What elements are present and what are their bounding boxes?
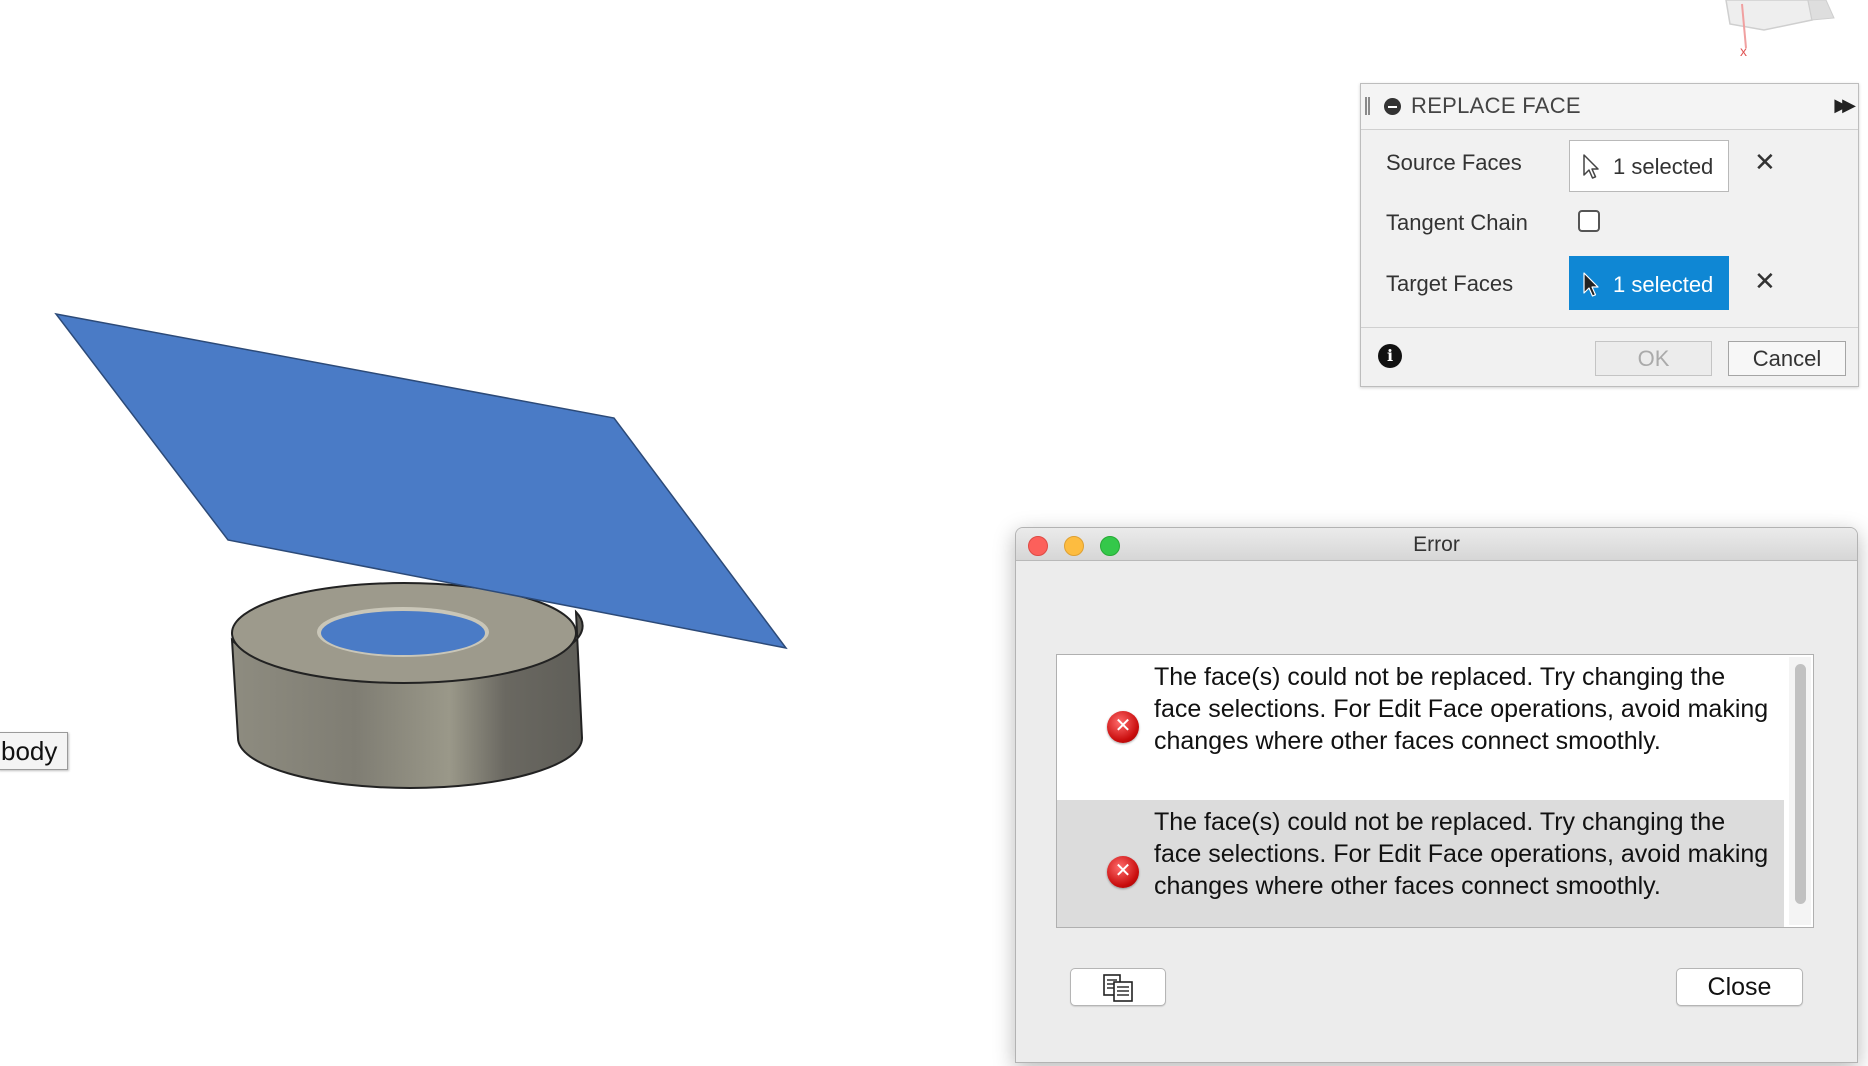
error-message-list[interactable]: ✕ The face(s) could not be replaced. Try… xyxy=(1056,654,1814,928)
panel-header[interactable]: REPLACE FACE ▶▶ xyxy=(1361,84,1858,130)
target-faces-value: 1 selected xyxy=(1613,272,1714,297)
body-tooltip: body xyxy=(0,732,69,770)
source-faces-selector[interactable]: 1 selected xyxy=(1569,140,1729,192)
copy-button[interactable] xyxy=(1070,968,1166,1006)
error-icon: ✕ xyxy=(1107,711,1139,743)
source-faces-label: Source Faces xyxy=(1386,150,1522,175)
select-cursor-icon xyxy=(1583,272,1599,297)
list-item[interactable]: ✕ The face(s) could not be replaced. Try… xyxy=(1057,655,1784,800)
clear-target-faces-button[interactable]: ✕ xyxy=(1754,266,1776,297)
error-icon: ✕ xyxy=(1107,856,1139,888)
replace-face-panel: REPLACE FACE ▶▶ Source Faces 1 selected … xyxy=(1360,83,1859,387)
info-icon[interactable]: i xyxy=(1378,344,1402,368)
ring-hole xyxy=(321,611,485,655)
cancel-button[interactable]: Cancel xyxy=(1728,341,1846,376)
dialog-titlebar[interactable]: Error xyxy=(1016,528,1857,561)
viewcube-icon[interactable]: x xyxy=(1700,0,1868,62)
ring-body[interactable] xyxy=(230,582,584,789)
scrollbar-thumb[interactable] xyxy=(1795,664,1806,904)
copy-icon xyxy=(1103,974,1133,1002)
viewport-canvas[interactable]: x body REPLACE FACE ▶▶ Source Faces 1 se… xyxy=(0,0,1868,1066)
target-faces-label: Target Faces xyxy=(1386,271,1514,296)
scrollbar[interactable] xyxy=(1789,657,1811,925)
grip-icon[interactable] xyxy=(1365,97,1370,115)
tangent-chain-label: Tangent Chain xyxy=(1386,210,1528,235)
close-button[interactable]: Close xyxy=(1676,968,1803,1006)
target-faces-selector[interactable]: 1 selected xyxy=(1569,256,1729,310)
source-faces-value: 1 selected xyxy=(1613,154,1714,179)
clear-source-faces-button[interactable]: ✕ xyxy=(1754,147,1776,178)
panel-footer: i OK Cancel xyxy=(1361,327,1858,386)
error-dialog: Error ✕ The face(s) could not be replace… xyxy=(1015,527,1858,1063)
collapse-icon[interactable] xyxy=(1384,98,1401,115)
svg-text:x: x xyxy=(1740,43,1747,59)
error-message: The face(s) could not be replaced. Try c… xyxy=(1154,663,1769,755)
dialog-title: Error xyxy=(1413,533,1460,556)
list-item[interactable]: ✕ The face(s) could not be replaced. Try… xyxy=(1057,800,1784,927)
expand-icon[interactable]: ▶▶ xyxy=(1834,95,1856,116)
ok-button[interactable]: OK xyxy=(1595,341,1712,376)
select-cursor-icon xyxy=(1583,154,1599,179)
error-message: The face(s) could not be replaced. Try c… xyxy=(1154,808,1769,900)
tangent-chain-checkbox[interactable] xyxy=(1578,210,1600,232)
panel-title: REPLACE FACE xyxy=(1411,93,1581,118)
